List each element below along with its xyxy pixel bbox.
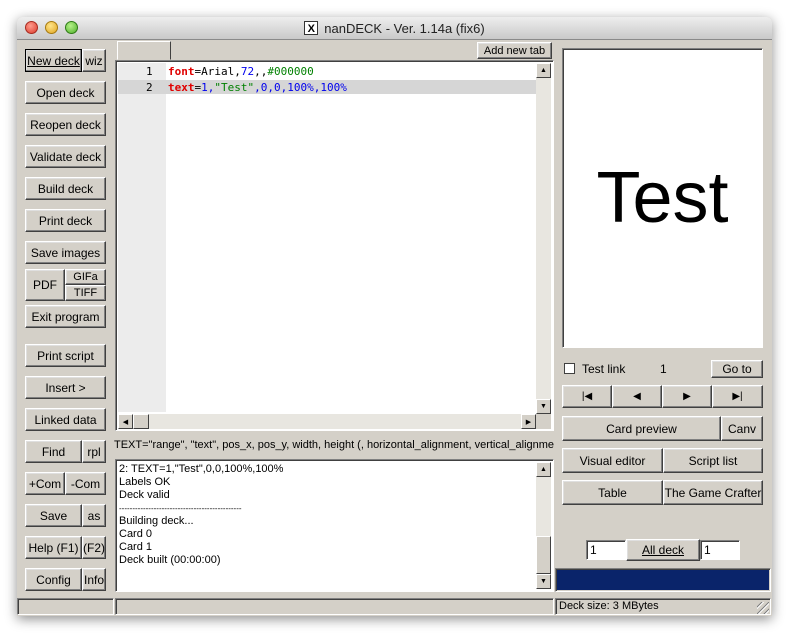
log-line: Card 1 [119,541,153,553]
f2-button[interactable]: (F2) [82,536,106,559]
all-deck-button[interactable]: All deck [626,539,700,561]
test-link-checkbox[interactable] [564,363,575,374]
script-list-button[interactable]: Script list [663,448,763,473]
range-from-input[interactable]: 1 [586,540,626,560]
visual-editor-button[interactable]: Visual editor [562,448,663,473]
log-line: Labels OK [119,476,171,488]
code-line: font=Arial,72,,#000000 [168,65,314,78]
status-pane-1 [17,598,114,615]
save-images-button[interactable]: Save images [25,241,106,264]
first-card-button[interactable]: |◀ [562,385,612,408]
progress-bar [555,568,771,592]
code-line: text=1,"Test",0,0,100%,100% [168,81,347,94]
scroll-up-icon[interactable]: ▲ [536,63,551,78]
go-to-button[interactable]: Go to [711,360,763,378]
wizard-button[interactable]: wiz [82,49,106,72]
line-number-gutter [118,63,166,412]
next-icon: ▶ [683,391,691,402]
range-to-input[interactable]: 1 [700,540,740,560]
save-button[interactable]: Save [25,504,82,527]
exit-program-button[interactable]: Exit program [25,305,106,328]
remove-comment-button[interactable]: -Com [65,472,106,495]
scroll-down-icon[interactable]: ▼ [536,399,551,414]
scroll-up-icon[interactable]: ▲ [536,462,551,477]
config-button[interactable]: Config [25,568,82,591]
find-button[interactable]: Find [25,440,82,463]
last-icon: ▶| [732,391,743,402]
status-pane-2 [115,598,554,615]
log-line: Deck valid [119,489,170,501]
linked-data-button[interactable]: Linked data [25,408,106,431]
x11-icon: X [304,21,319,35]
editor-horizontal-scrollbar[interactable]: ◀ ▶ [118,414,536,429]
build-deck-button[interactable]: Build deck [25,177,106,200]
new-deck-button[interactable]: New deck [25,49,82,72]
scroll-left-icon[interactable]: ◀ [118,414,133,429]
syntax-hint: TEXT="range", "text", pos_x, pos_y, widt… [114,439,554,451]
log-line: Deck built (00:00:00) [119,554,221,566]
scroll-thumb[interactable] [536,536,551,574]
status-deck-size: Deck size: 3 MBytes [555,598,771,615]
info-button[interactable]: Info [82,568,106,591]
log-line: Card 0 [119,528,153,540]
first-icon: |◀ [581,391,593,402]
scroll-corner [536,414,551,429]
game-crafter-button[interactable]: The Game Crafter [663,480,763,505]
scroll-right-icon[interactable]: ▶ [521,414,536,429]
insert-button[interactable]: Insert > [25,376,106,399]
log-line: ----------------------------------------… [119,504,242,513]
resize-grip-icon[interactable] [757,602,769,614]
main-window: X nanDECK - Ver. 1.14a (fix6) New deck w… [17,17,772,616]
log-line: Building deck... [119,515,194,527]
gifa-button[interactable]: GIFa [65,269,106,285]
log-lines: 2: TEXT=1,"Test",0,0,100%,100% Labels OK… [119,463,529,567]
validate-deck-button[interactable]: Validate deck [25,145,106,168]
editor-vertical-scrollbar[interactable]: ▲ ▼ [536,63,551,414]
save-as-button[interactable]: as [82,504,106,527]
next-card-button[interactable]: ▶ [662,385,712,408]
tab-strip: Add new tab [115,40,554,60]
pdf-button[interactable]: PDF [25,269,65,301]
previous-card-button[interactable]: ◀ [612,385,662,408]
print-deck-button[interactable]: Print deck [25,209,106,232]
card-preview-button[interactable]: Card preview [562,416,721,441]
add-new-tab-button[interactable]: Add new tab [477,42,552,59]
script-editor[interactable]: 1 2 font=Arial,72,,#000000 text=1,"Test"… [115,60,554,431]
help-button[interactable]: Help (F1) [25,536,82,559]
tiff-button[interactable]: TIFF [65,285,106,301]
last-card-button[interactable]: ▶| [712,385,763,408]
log-output: 2: TEXT=1,"Test",0,0,100%,100% Labels OK… [115,459,554,592]
table-button[interactable]: Table [562,480,663,505]
scroll-down-icon[interactable]: ▼ [536,574,551,589]
canvas-button[interactable]: Canv [721,416,763,441]
test-link-label: Test link [582,362,626,376]
add-comment-button[interactable]: +Com [25,472,65,495]
previous-icon: ◀ [633,391,641,402]
open-deck-button[interactable]: Open deck [25,81,106,104]
print-script-button[interactable]: Print script [25,344,106,367]
reopen-deck-button[interactable]: Reopen deck [25,113,106,136]
tab-script-1[interactable] [117,41,171,60]
log-vertical-scrollbar[interactable]: ▲ ▼ [536,462,551,589]
card-preview-frame: Test [562,48,763,348]
card-text: Test [596,158,729,238]
replace-button[interactable]: rpl [82,440,106,463]
log-line: 2: TEXT=1,"Test",0,0,100%,100% [119,463,284,475]
card-number: 1 [660,362,667,376]
title-bar: X nanDECK - Ver. 1.14a (fix6) [17,17,772,40]
scroll-thumb[interactable] [133,414,149,429]
progress-fill [557,570,769,590]
window-title: nanDECK - Ver. 1.14a (fix6) [324,20,485,36]
